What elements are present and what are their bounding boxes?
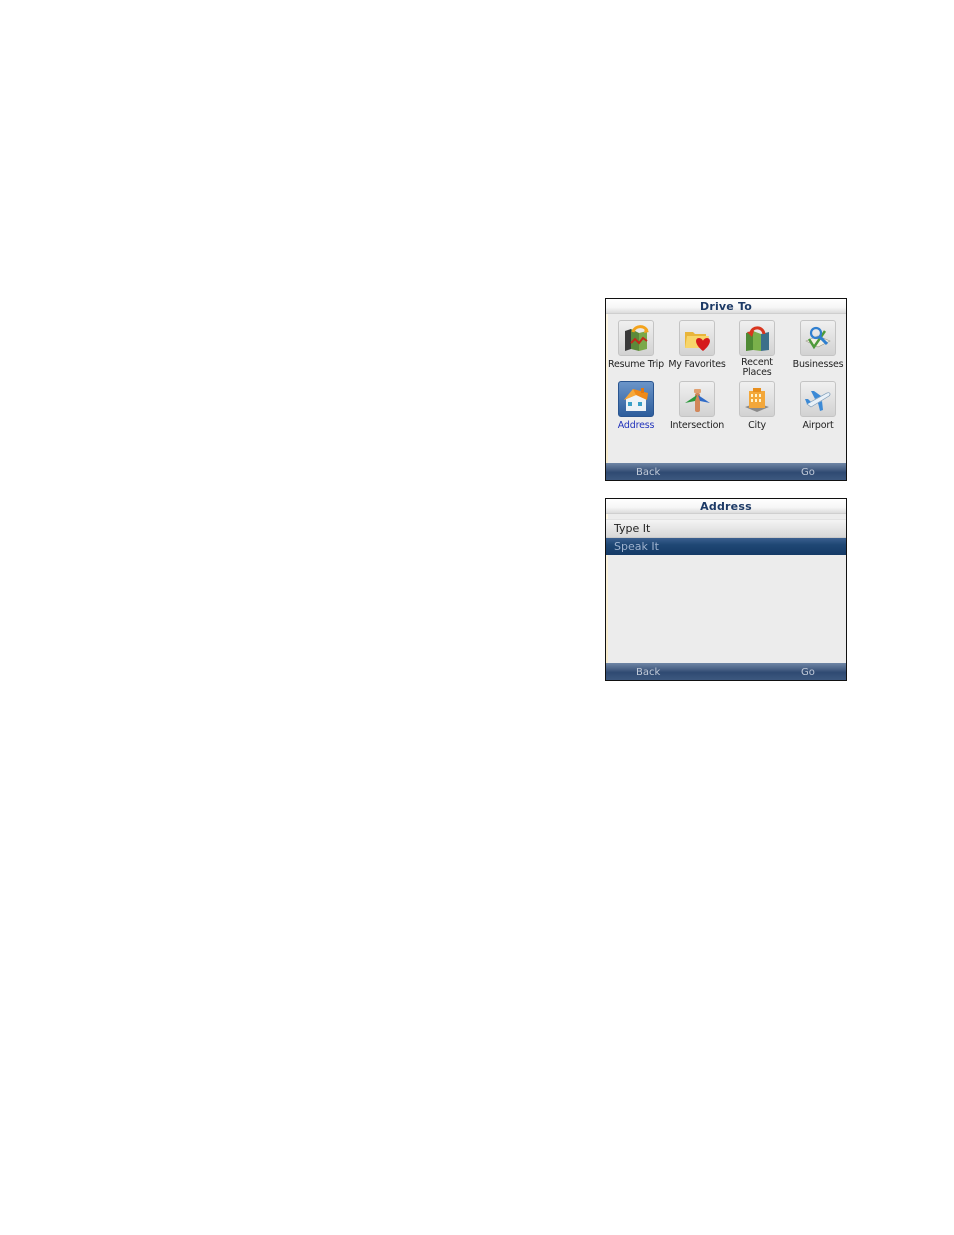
screen-title: Address: [606, 499, 846, 514]
tile-label: Resume Trip: [608, 359, 664, 370]
list-item-speak-it[interactable]: Speak It: [606, 538, 846, 555]
tile-label: Intersection: [669, 420, 725, 431]
drive-to-screen: Drive To Resume Trip My Favorites Recent…: [605, 298, 847, 481]
tile-resume-trip[interactable]: Resume Trip: [606, 320, 666, 370]
tile-label: My Favorites: [668, 359, 726, 370]
house-icon: [618, 381, 654, 417]
tile-label: Businesses: [792, 359, 844, 370]
softkey-bar: Back Go: [606, 663, 846, 680]
tile-my-favorites[interactable]: My Favorites: [667, 320, 727, 370]
tile-airport[interactable]: Airport: [788, 381, 846, 431]
recent-places-icon: [739, 320, 775, 356]
list-item-type-it[interactable]: Type It: [606, 519, 846, 538]
address-screen: Address Type It Speak It Back Go: [605, 498, 847, 681]
tile-recent-places[interactable]: Recent Places: [727, 320, 787, 378]
intersection-sign-icon: [679, 381, 715, 417]
address-options-list: Type It Speak It: [606, 514, 846, 555]
back-softkey[interactable]: Back: [636, 663, 660, 680]
softkey-bar: Back Go: [606, 463, 846, 480]
businesses-search-icon: [800, 320, 836, 356]
screen-title: Drive To: [606, 299, 846, 314]
tile-label: Address: [617, 420, 655, 431]
tile-address[interactable]: Address: [606, 381, 666, 431]
city-building-icon: [739, 381, 775, 417]
favorites-folder-icon: [679, 320, 715, 356]
tile-label: City: [748, 420, 766, 431]
airplane-icon: [800, 381, 836, 417]
go-softkey[interactable]: Go: [801, 463, 815, 480]
tile-label: Recent Places: [727, 358, 787, 378]
tile-intersection[interactable]: Intersection: [667, 381, 727, 431]
go-softkey[interactable]: Go: [801, 663, 815, 680]
tile-label: Airport: [802, 420, 834, 431]
tile-label-line2: Places: [742, 367, 772, 378]
tile-city[interactable]: City: [727, 381, 787, 431]
resume-trip-icon: [618, 320, 654, 356]
tile-businesses[interactable]: Businesses: [788, 320, 846, 370]
back-softkey[interactable]: Back: [636, 463, 660, 480]
